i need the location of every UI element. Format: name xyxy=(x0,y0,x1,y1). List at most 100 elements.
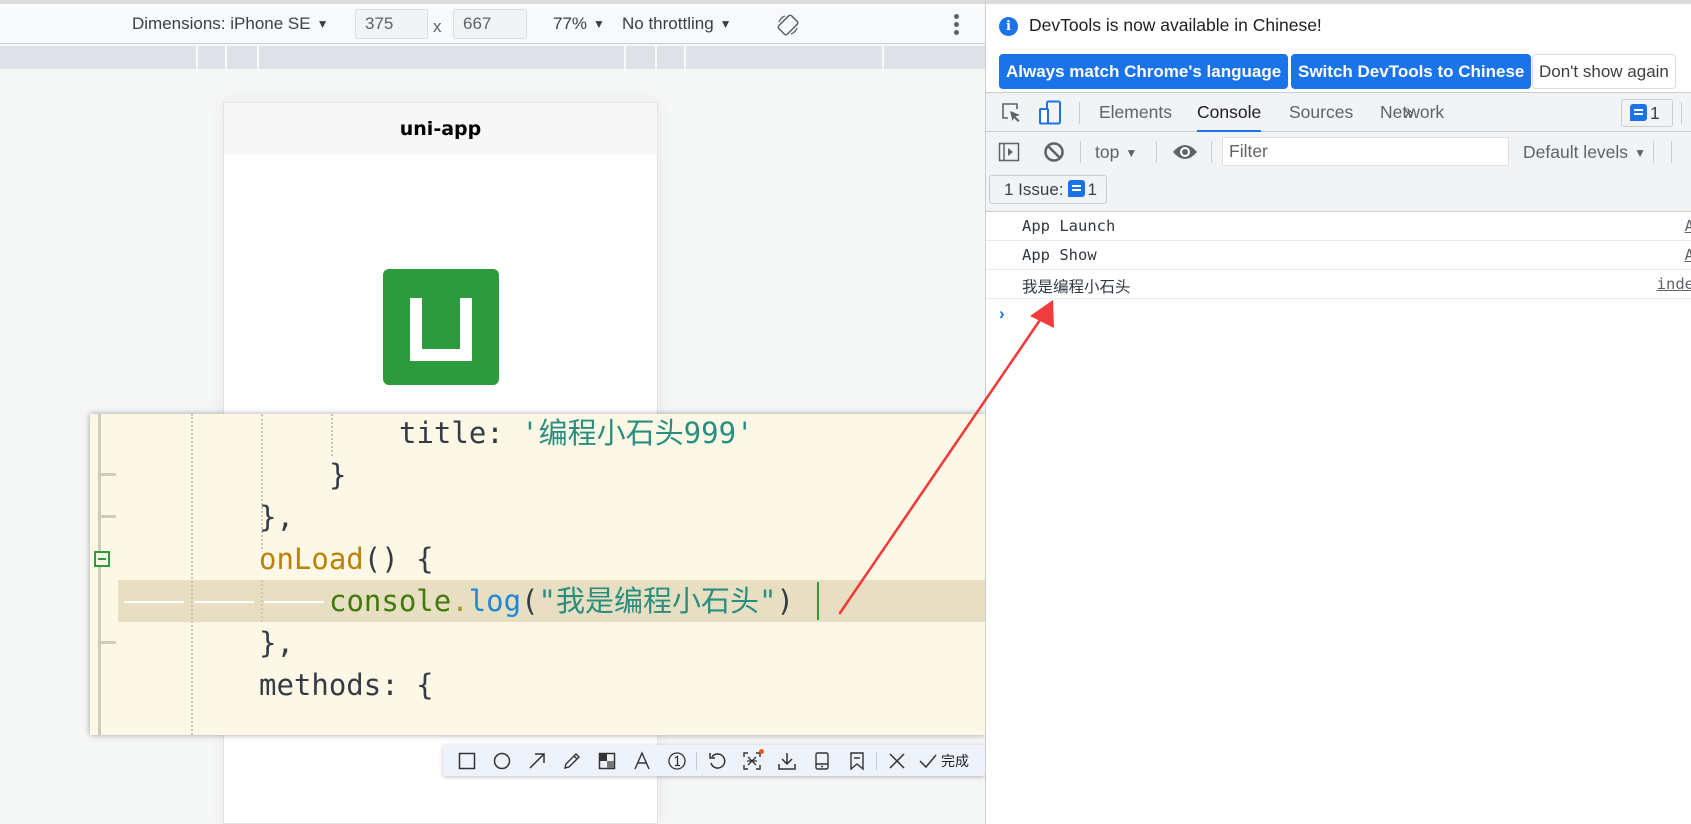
caret-down-icon: ▼ xyxy=(719,17,732,31)
console-message: App Show A xyxy=(986,241,1691,270)
number-marker-tool[interactable] xyxy=(659,745,694,776)
code-token: console xyxy=(329,584,452,618)
code-line[interactable]: } xyxy=(329,454,346,496)
toolbar-divider xyxy=(876,751,877,770)
pin-icon xyxy=(814,751,829,770)
language-infobar: i DevTools is now available in Chinese! … xyxy=(986,0,1691,92)
ocr-button[interactable] xyxy=(734,745,769,776)
code-line[interactable]: }, xyxy=(259,622,294,664)
fold-collapse-icon[interactable] xyxy=(94,551,110,567)
width-input[interactable]: 375 xyxy=(355,9,428,39)
code-line-active[interactable]: console.log("我是编程小石头") xyxy=(329,580,794,622)
divider xyxy=(1079,102,1080,124)
console-prompt[interactable]: › xyxy=(999,304,1005,324)
console-filter-input[interactable] xyxy=(1222,137,1509,166)
issues-counter-button[interactable]: 1 xyxy=(1621,99,1673,127)
indent-guide xyxy=(261,580,263,622)
clear-console-icon[interactable] xyxy=(1043,141,1065,163)
device-label: Dimensions: iPhone SE xyxy=(132,14,311,33)
tab-elements[interactable]: Elements xyxy=(1099,93,1172,132)
pencil-tool[interactable] xyxy=(554,745,589,776)
console-toolbar: top ▼ Default levels ▼ xyxy=(986,132,1691,172)
code-token: ( xyxy=(521,584,539,618)
undo-button[interactable] xyxy=(699,745,734,776)
more-tabs-button[interactable]: » xyxy=(1404,93,1414,132)
fold-end-marker xyxy=(98,515,116,518)
fold-end-marker xyxy=(98,473,116,476)
arrow-icon xyxy=(528,752,545,769)
code-token: onLoad xyxy=(259,542,364,576)
code-token: } xyxy=(329,458,347,492)
screenshot-toolbar: 完成 xyxy=(443,745,985,776)
pin-button[interactable] xyxy=(804,745,839,776)
dont-show-again-button[interactable]: Don't show again xyxy=(1532,54,1676,89)
inspect-element-icon[interactable] xyxy=(1000,101,1022,123)
done-button[interactable]: 完成 xyxy=(914,751,969,771)
switch-to-chinese-button[interactable]: Switch DevTools to Chinese xyxy=(1291,54,1532,89)
throttle-select[interactable]: No throttling ▼ xyxy=(622,4,732,43)
issues-counter: 1 xyxy=(1650,103,1660,123)
zoom-label: 77% xyxy=(553,14,588,33)
device-select[interactable]: Dimensions: iPhone SE ▼ xyxy=(132,4,328,43)
divider xyxy=(1080,141,1081,163)
cancel-button[interactable] xyxy=(879,745,914,776)
context-select[interactable]: top ▼ xyxy=(1095,132,1137,173)
more-options-icon[interactable] xyxy=(952,14,960,36)
rotate-device-icon[interactable] xyxy=(776,13,800,37)
sidebar-toggle-icon[interactable] xyxy=(998,141,1020,163)
code-token: ) xyxy=(776,584,794,618)
code-token: "我是编程小石头" xyxy=(538,584,777,618)
tab-console[interactable]: Console xyxy=(1197,93,1262,132)
code-token: . xyxy=(451,584,469,618)
mosaic-tool[interactable] xyxy=(589,745,624,776)
whitespace-tab-marker xyxy=(194,601,254,603)
caret-down-icon: ▼ xyxy=(1125,146,1138,160)
tab-sources[interactable]: Sources xyxy=(1289,93,1353,132)
code-line[interactable]: methods: { xyxy=(259,664,434,706)
undo-icon xyxy=(708,752,725,769)
rectangle-tool[interactable] xyxy=(449,745,484,776)
caret-down-icon: ▼ xyxy=(316,17,329,31)
console-source-link[interactable]: A xyxy=(1685,217,1691,235)
code-token: () { xyxy=(363,542,434,576)
code-line[interactable]: }, xyxy=(259,496,294,538)
dimension-separator: x xyxy=(433,17,442,36)
whitespace-tab-marker xyxy=(264,601,324,603)
code-token: methods: { xyxy=(259,668,434,702)
text-cursor xyxy=(817,582,819,620)
code-token: }, xyxy=(259,626,294,660)
divider xyxy=(1156,141,1157,163)
ellipse-tool[interactable] xyxy=(484,745,519,776)
throttle-label: No throttling xyxy=(622,14,714,33)
console-source-link[interactable]: inde xyxy=(1657,275,1691,293)
console-source-link[interactable]: A xyxy=(1685,246,1691,264)
divider xyxy=(1671,141,1672,163)
fold-end-marker xyxy=(98,641,116,644)
message-icon xyxy=(1067,180,1085,197)
code-token: log xyxy=(468,584,522,618)
log-levels-label: Default levels xyxy=(1523,142,1629,162)
always-match-language-button[interactable]: Always match Chrome's language xyxy=(999,54,1289,89)
code-line[interactable]: onLoad() { xyxy=(259,538,434,580)
pencil-icon xyxy=(563,752,580,769)
issues-count: 1 xyxy=(1087,180,1098,199)
mosaic-icon xyxy=(598,752,615,769)
divider xyxy=(1211,141,1212,163)
download-button[interactable] xyxy=(769,745,804,776)
issues-button[interactable]: 1 Issue: 1 xyxy=(989,175,1108,204)
live-expression-eye-icon[interactable] xyxy=(1172,142,1198,162)
bookmark-icon xyxy=(849,751,864,770)
device-toolbar: Dimensions: iPhone SE ▼ 375 x 667 77% ▼ No… xyxy=(0,0,985,44)
close-icon xyxy=(888,752,905,769)
text-tool[interactable] xyxy=(624,745,659,776)
device-toolbar-icon[interactable] xyxy=(1038,100,1062,126)
media-query-ruler[interactable] xyxy=(0,46,985,69)
code-line[interactable]: title: '编程小石头999' xyxy=(399,414,754,454)
whitespace-tab-marker xyxy=(124,601,184,603)
divider xyxy=(1653,141,1654,163)
height-input[interactable]: 667 xyxy=(453,9,527,39)
zoom-select[interactable]: 77% ▼ xyxy=(553,4,605,43)
bookmark-button[interactable] xyxy=(839,745,874,776)
arrow-tool[interactable] xyxy=(519,745,554,776)
log-levels-select[interactable]: Default levels ▼ xyxy=(1523,132,1646,173)
